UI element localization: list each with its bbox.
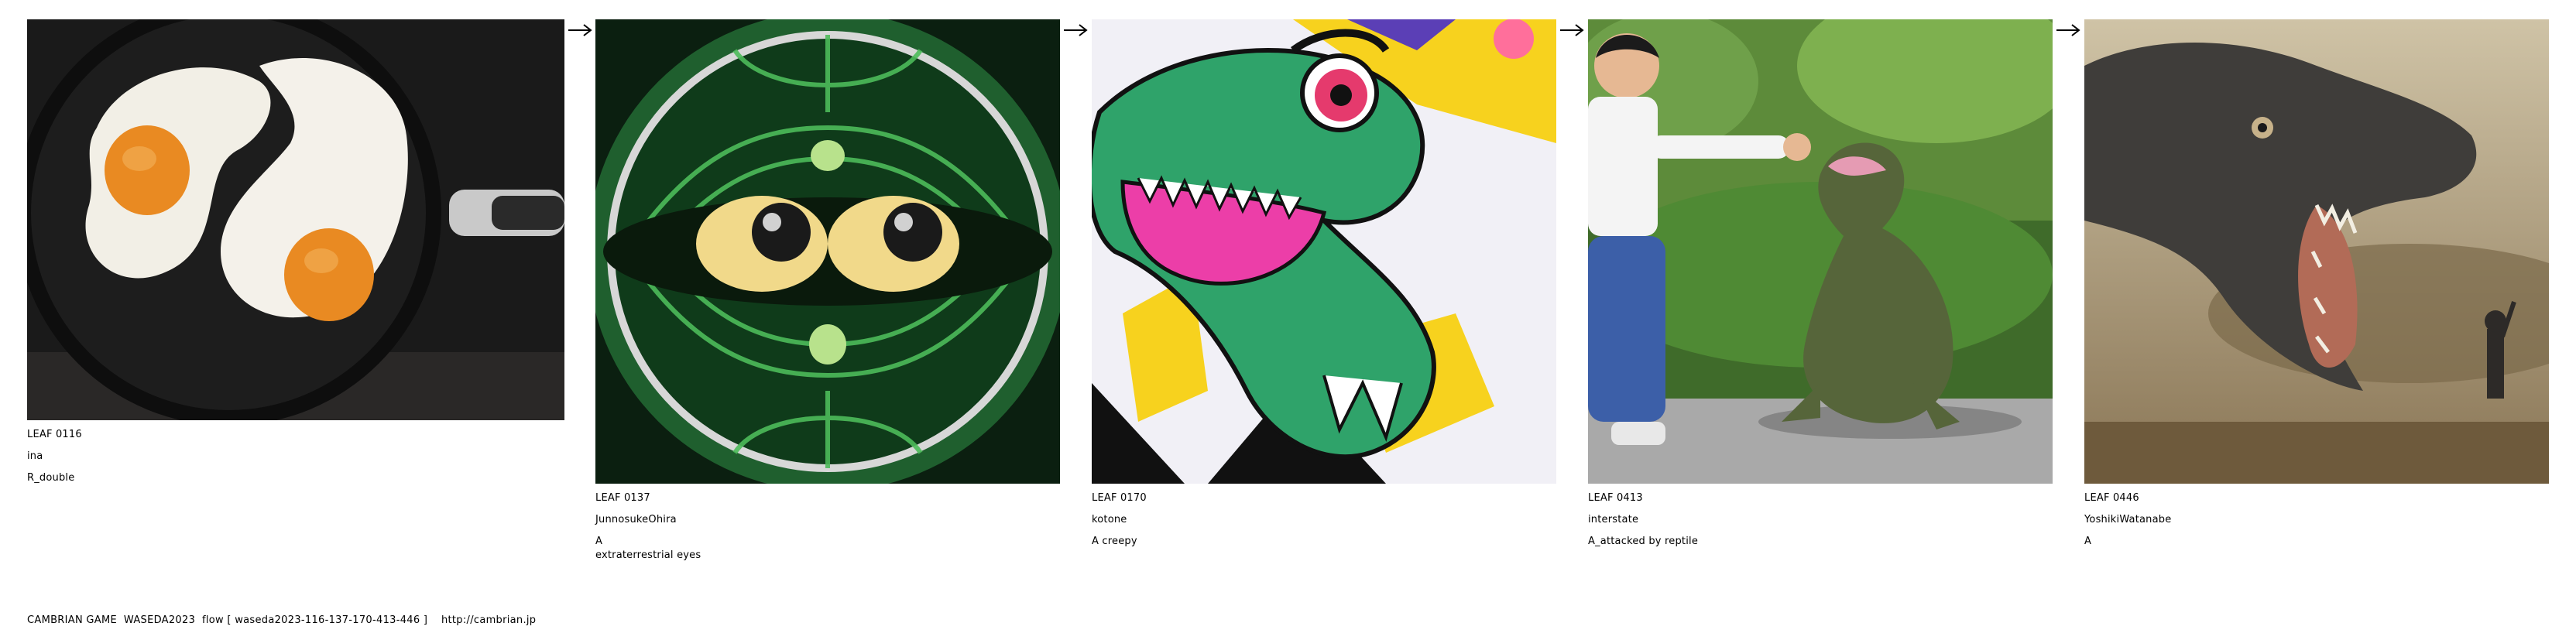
leaf-author[interactable]: ina	[27, 450, 82, 463]
leaf-caption-line-2: extraterrestrial eyes	[595, 549, 701, 561]
fried-eggs-illustration	[27, 19, 564, 420]
leaf-id: LEAF 0137	[595, 492, 650, 504]
flow-arrow-icon	[1064, 24, 1088, 36]
leaf-image-boy-and-reptile[interactable]	[1588, 19, 2053, 484]
leaf-image-cartoon-dinosaur[interactable]	[1092, 19, 1556, 484]
leaf-caption: A	[595, 536, 603, 547]
leaf-meta: LEAF 0137 JunnosukeOhira A extraterrestr…	[595, 492, 701, 563]
leaf-id: LEAF 0170	[1092, 492, 1147, 504]
leaf-caption: A creepy	[1092, 536, 1137, 547]
leaf-meta: LEAF 0116 ina R_double	[27, 429, 82, 494]
flow-arrow-icon	[1560, 24, 1584, 36]
leaf-image-alien-eyes[interactable]	[595, 19, 1060, 484]
leaf-id: LEAF 0116	[27, 429, 82, 440]
leaf-image-fried-eggs[interactable]	[27, 19, 564, 420]
giant-dinosaur-illustration	[2084, 19, 2549, 484]
leaf-author[interactable]: kotone	[1092, 514, 1147, 526]
leaf-id: LEAF 0413	[1588, 492, 1643, 504]
alien-eyes-illustration	[595, 19, 1060, 484]
leaf-image-giant-dinosaur[interactable]	[2084, 19, 2549, 484]
leaf-caption: A_attacked by reptile	[1588, 536, 1699, 547]
leaf-author[interactable]: JunnosukeOhira	[595, 514, 701, 526]
leaf-id: LEAF 0446	[2084, 492, 2139, 504]
flow-arrow-icon	[568, 24, 592, 36]
boy-and-reptile-illustration	[1588, 19, 2053, 484]
leaf-meta: LEAF 0413 interstate A_attacked by repti…	[1588, 492, 1698, 557]
leaf-author[interactable]: interstate	[1588, 514, 1698, 526]
cartoon-dinosaur-illustration	[1092, 19, 1556, 484]
leaf-meta: LEAF 0170 kotone A creepy	[1092, 492, 1147, 557]
footer-flow-info: CAMBRIAN GAME WASEDA2023 flow [ waseda20…	[27, 614, 537, 626]
leaf-author[interactable]: YoshikiWatanabe	[2084, 514, 2171, 526]
leaf-caption: A	[2084, 536, 2092, 547]
flow-arrow-icon	[2056, 24, 2080, 36]
leaf-meta: LEAF 0446 YoshikiWatanabe A	[2084, 492, 2171, 557]
leaf-caption: R_double	[27, 472, 75, 484]
